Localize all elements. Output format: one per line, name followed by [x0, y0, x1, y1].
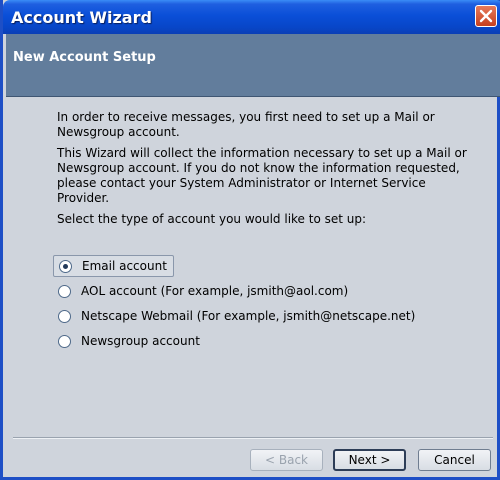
- wizard-header: New Account Setup: [6, 34, 500, 97]
- close-button[interactable]: [475, 5, 497, 27]
- radio-button[interactable]: [58, 309, 71, 323]
- intro-text-1: In order to receive messages, you first …: [57, 110, 435, 139]
- radio-email-account[interactable]: Email account: [53, 255, 174, 277]
- radio-label: Netscape Webmail (For example, jsmith@ne…: [81, 309, 416, 323]
- radio-button[interactable]: [58, 334, 71, 348]
- footer-separator: [13, 437, 493, 439]
- wizard-content: In order to receive messages, you first …: [57, 110, 477, 233]
- window-title: Account Wizard: [11, 8, 152, 27]
- radio-label: Email account: [82, 259, 167, 273]
- radio-aol-account[interactable]: AOL account (For example, jsmith@aol.com…: [53, 280, 348, 302]
- intro-text-2: This Wizard will collect the information…: [57, 146, 467, 205]
- cancel-button[interactable]: Cancel: [418, 449, 491, 471]
- radio-button[interactable]: [59, 259, 72, 273]
- account-type-prompt: Select the type of account you would lik…: [57, 212, 367, 226]
- back-button[interactable]: < Back: [250, 449, 323, 471]
- account-wizard-window: Account Wizard New Account Setup In orde…: [0, 0, 500, 480]
- next-button[interactable]: Next >: [333, 449, 406, 471]
- radio-label: Newsgroup account: [81, 334, 200, 348]
- radio-newsgroup-account[interactable]: Newsgroup account: [53, 330, 200, 352]
- page-title: New Account Setup: [13, 50, 156, 65]
- title-bar[interactable]: Account Wizard: [3, 0, 500, 34]
- radio-selected-dot: [63, 263, 68, 269]
- close-icon: [479, 9, 493, 23]
- radio-button[interactable]: [58, 284, 71, 298]
- radio-netscape-webmail[interactable]: Netscape Webmail (For example, jsmith@ne…: [53, 305, 415, 327]
- radio-label: AOL account (For example, jsmith@aol.com…: [81, 284, 349, 298]
